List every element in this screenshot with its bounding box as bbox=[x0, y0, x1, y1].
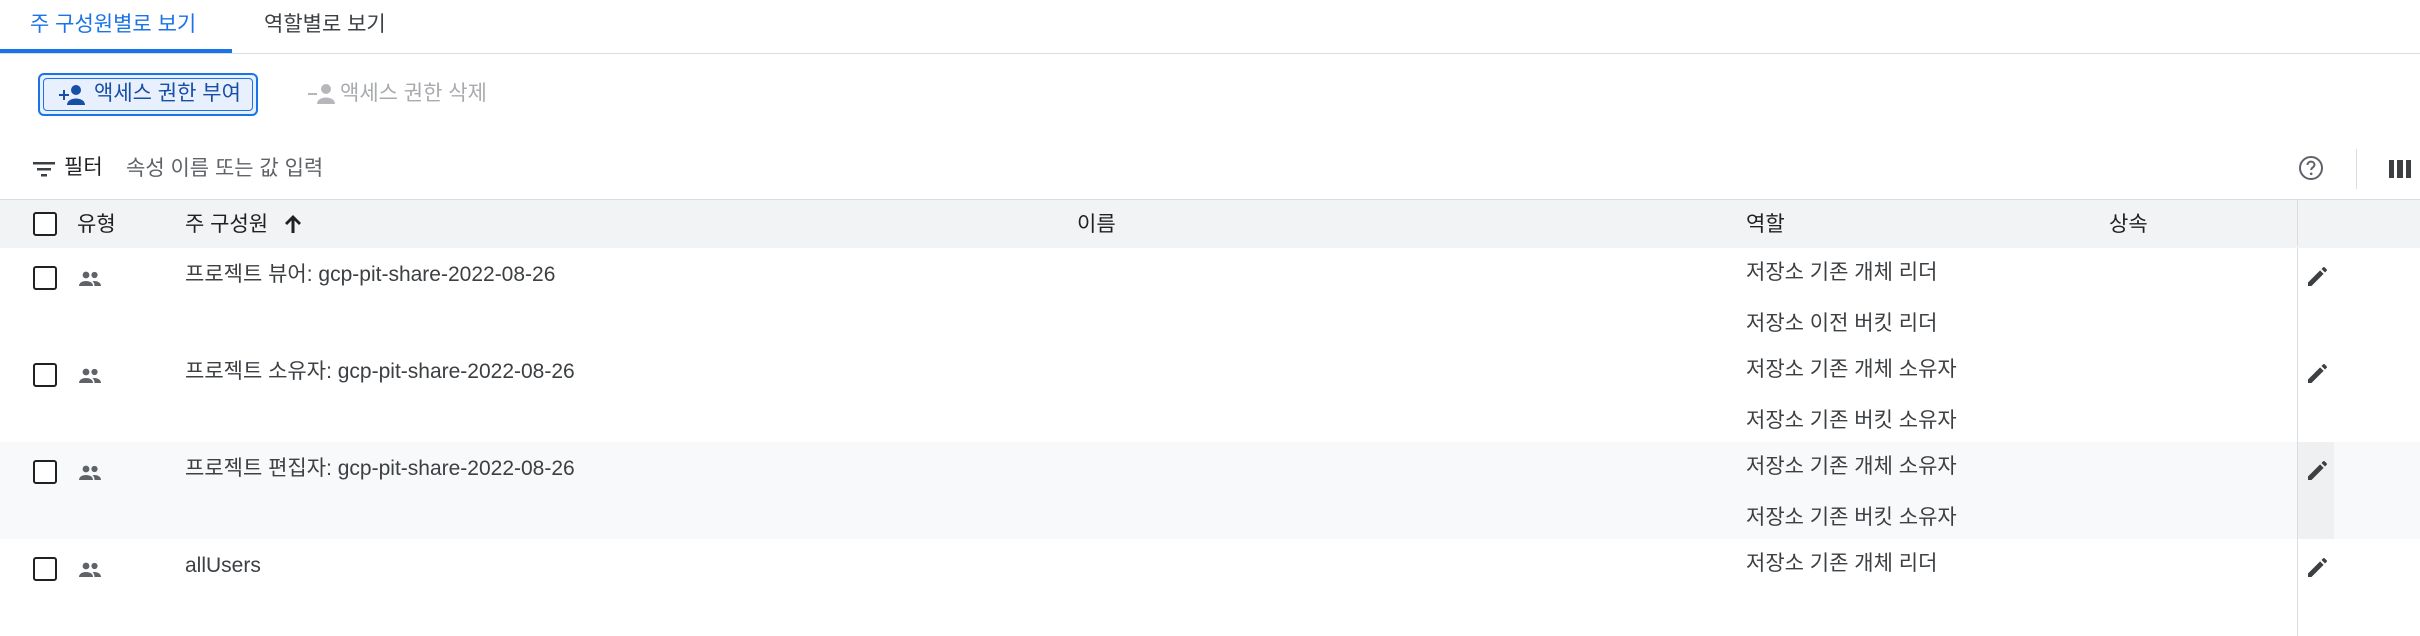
toolbar-divider bbox=[2356, 149, 2357, 189]
principal-name: 프로젝트 뷰어: gcp-pit-share-2022-08-26 bbox=[185, 263, 556, 286]
help-circle-icon[interactable] bbox=[2296, 153, 2326, 183]
principal-name: 프로젝트 소유자: gcp-pit-share-2022-08-26 bbox=[185, 360, 575, 383]
column-header-name[interactable]: 이름 bbox=[1077, 212, 1116, 238]
actions-column-divider bbox=[2297, 539, 2298, 636]
active-tab-indicator bbox=[0, 49, 232, 53]
actions-column-divider bbox=[2297, 200, 2298, 246]
pencil-edit-icon[interactable] bbox=[2305, 554, 2331, 580]
role-label: 저장소 기존 버킷 소유자 bbox=[1746, 409, 1957, 432]
column-header-type[interactable]: 유형 bbox=[77, 212, 116, 238]
table-row: allUsers 저장소 기존 개체 리더 bbox=[0, 539, 2420, 636]
remove-access-label: 액세스 권한 삭제 bbox=[340, 82, 487, 105]
tab-view-by-role[interactable]: 역할별로 보기 bbox=[264, 0, 386, 52]
table-header: 유형 주 구성원 이름 역할 상속 bbox=[0, 199, 2420, 249]
role-label: 저장소 이전 버킷 리더 bbox=[1746, 312, 1938, 335]
row-checkbox[interactable] bbox=[33, 460, 57, 484]
group-icon bbox=[79, 368, 101, 383]
tab-view-by-principal[interactable]: 주 구성원별로 보기 bbox=[30, 0, 196, 52]
view-tabs: 주 구성원별로 보기 역할별로 보기 bbox=[0, 0, 2420, 54]
select-all-checkbox[interactable] bbox=[33, 212, 57, 236]
grant-access-button[interactable]: 액세스 권한 부여 bbox=[38, 73, 258, 116]
pencil-edit-icon[interactable] bbox=[2305, 263, 2331, 289]
row-checkbox[interactable] bbox=[33, 363, 57, 387]
table-row: 프로젝트 편집자: gcp-pit-share-2022-08-26 저장소 기… bbox=[0, 442, 2420, 540]
filter-list-icon[interactable] bbox=[30, 155, 58, 183]
column-header-principal[interactable]: 주 구성원 bbox=[185, 212, 268, 238]
actions-column-divider bbox=[2297, 345, 2298, 442]
person-remove-icon bbox=[308, 84, 335, 104]
principal-name: 프로젝트 편집자: gcp-pit-share-2022-08-26 bbox=[185, 457, 575, 480]
pencil-edit-icon[interactable] bbox=[2305, 457, 2331, 483]
role-label: 저장소 기존 개체 소유자 bbox=[1746, 358, 1957, 381]
pencil-edit-icon[interactable] bbox=[2305, 360, 2331, 386]
arrow-upward-icon[interactable] bbox=[282, 212, 304, 236]
view-columns-icon[interactable] bbox=[2386, 155, 2414, 183]
row-checkbox[interactable] bbox=[33, 266, 57, 290]
group-icon bbox=[79, 465, 101, 480]
role-label: 저장소 기존 개체 소유자 bbox=[1746, 455, 1957, 478]
group-icon bbox=[79, 271, 101, 286]
role-label: 저장소 기존 버킷 소유자 bbox=[1746, 506, 1957, 529]
filter-input[interactable] bbox=[124, 152, 828, 186]
actions-column-divider bbox=[2297, 248, 2298, 345]
table-row: 프로젝트 뷰어: gcp-pit-share-2022-08-26 저장소 기존… bbox=[0, 248, 2420, 346]
filter-label: 필터 bbox=[64, 156, 103, 179]
person-add-icon bbox=[59, 85, 85, 105]
table-row: 프로젝트 소유자: gcp-pit-share-2022-08-26 저장소 기… bbox=[0, 345, 2420, 443]
role-label: 저장소 기존 개체 리더 bbox=[1746, 552, 1938, 575]
group-icon bbox=[79, 562, 101, 577]
role-label: 저장소 기존 개체 리더 bbox=[1746, 261, 1938, 284]
row-checkbox[interactable] bbox=[33, 557, 57, 581]
grant-access-label: 액세스 권한 부여 bbox=[94, 82, 241, 105]
principal-name: allUsers bbox=[185, 554, 261, 577]
actions-column-divider bbox=[2297, 442, 2298, 539]
filter-bar: 필터 bbox=[0, 145, 2420, 195]
column-header-role[interactable]: 역할 bbox=[1746, 212, 1785, 238]
column-header-inheritance[interactable]: 상속 bbox=[2109, 212, 2148, 238]
